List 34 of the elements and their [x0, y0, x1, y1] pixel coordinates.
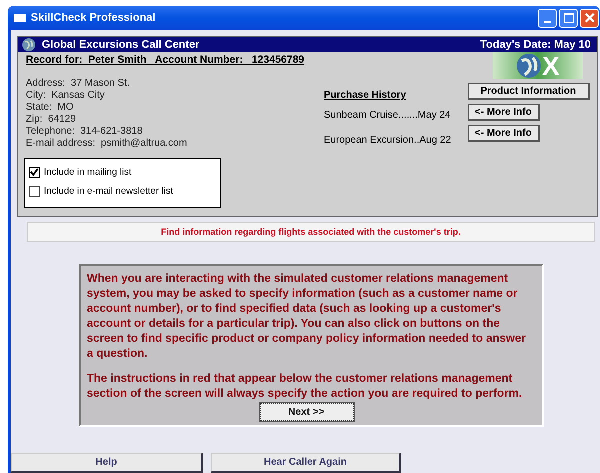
minimize-button[interactable]	[538, 8, 557, 28]
address-line: Zip: 64129	[26, 114, 78, 126]
checkbox[interactable]	[29, 186, 40, 197]
instruction-bar: Find information regarding flights associated with the customer's trip.	[27, 222, 595, 242]
purchase-item: Sunbeam Cruise.......May 24	[324, 110, 452, 121]
footer-button[interactable]: Help	[11, 453, 203, 473]
address-line: State: MO	[26, 102, 75, 114]
product-information-button[interactable]: Product Information	[468, 83, 590, 100]
checkbox[interactable]	[29, 167, 40, 178]
message-text: When you are interacting with the simulated customer relations management system, you may be asked to specify information (such as a customer name or account number), or to find specified data (such as looking up a customer's account or details for a particular trip). You can also click on buttons on the screen to find specific product or company policy information needed to answer a question.	[87, 272, 526, 362]
close-icon	[584, 12, 596, 24]
logo: X	[493, 52, 583, 79]
address-line: E-mail address: psmith@altrua.com	[26, 138, 188, 150]
window-title: SkillCheck Professional	[31, 12, 157, 24]
address-line: Address: 37 Mason St.	[26, 78, 131, 90]
next-button[interactable]: Next >>	[260, 403, 354, 421]
close-button[interactable]	[580, 8, 599, 28]
message-text: The instructions in red that appear below the customer relations management section of the screen will always specify the action you are required to perform.	[87, 372, 524, 402]
purchase-item: European Excursion..Aug 22	[324, 135, 452, 146]
current-date: Today's Date: May 10	[480, 38, 591, 50]
record-line: Record for: Peter Smith Account Number: 123456789	[26, 54, 306, 66]
globe-icon	[516, 52, 542, 78]
address-line: City: Kansas City	[26, 90, 106, 102]
purchase-history-heading: Purchase History	[324, 90, 408, 101]
more-info-button[interactable]: <- More Info	[468, 104, 540, 121]
header-title: Global Excursions Call Center	[42, 38, 201, 50]
globe-icon	[22, 38, 36, 52]
checkbox-label: Include in mailing list	[44, 167, 132, 178]
more-info-button[interactable]: <- More Info	[468, 125, 540, 142]
address-line: Telephone: 314-621-3818	[26, 126, 144, 138]
footer-button[interactable]: Hear Caller Again	[211, 453, 401, 473]
maximize-button[interactable]	[559, 8, 578, 28]
checkbox-label: Include in e-mail newsletter list	[44, 186, 174, 197]
window-icon	[14, 14, 26, 22]
